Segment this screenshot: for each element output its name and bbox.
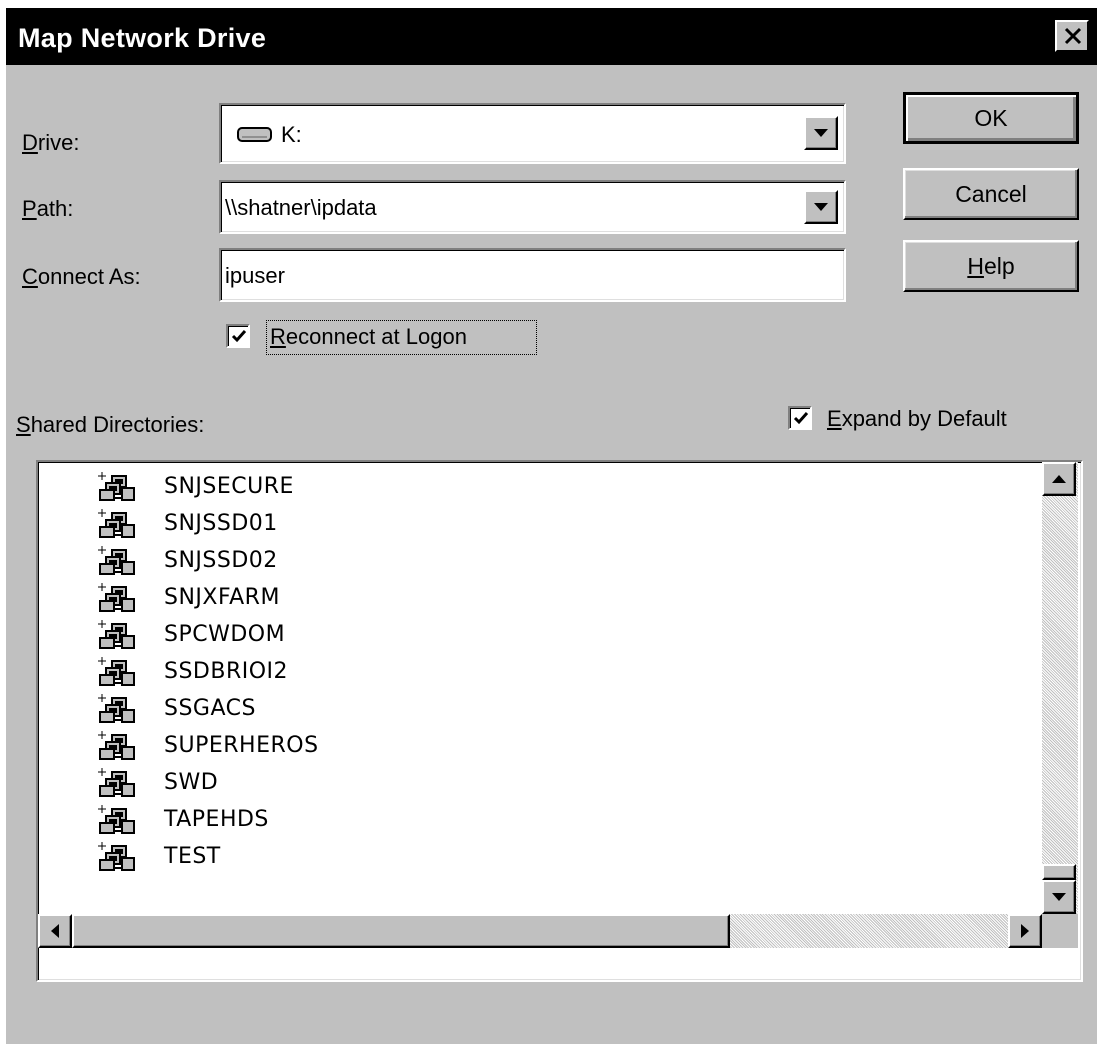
scroll-up-button[interactable] <box>1042 462 1076 496</box>
expand-by-default-checkbox[interactable] <box>788 406 812 430</box>
cancel-button[interactable]: Cancel <box>903 168 1079 220</box>
network-domain-icon <box>98 694 142 731</box>
ok-button[interactable]: OK <box>903 92 1079 144</box>
drive-label: Drive: <box>22 130 80 155</box>
scroll-down-button[interactable] <box>1042 880 1076 914</box>
path-combobox[interactable]: \\shatner\ipdata <box>219 180 846 234</box>
connect-as-value: ipuser <box>225 263 285 288</box>
list-item-label: SPCWDOM <box>164 622 286 647</box>
arrow-right-icon <box>1021 924 1029 938</box>
dialog-title: Map Network Drive <box>18 23 267 53</box>
close-button[interactable] <box>1055 20 1089 52</box>
list-item-label: TEST <box>164 844 221 869</box>
scrollbar-corner <box>1042 914 1078 948</box>
connect-as-label: Connect As: <box>22 264 141 289</box>
list-item-label: SSDBRIOI2 <box>164 659 289 684</box>
list-item-label: SUPERHEROS <box>164 733 319 758</box>
scroll-right-button[interactable] <box>1008 914 1042 948</box>
checkmark-icon <box>231 330 247 343</box>
reconnect-label[interactable]: Reconnect at Logon <box>270 324 467 350</box>
network-domain-icon <box>98 583 142 620</box>
arrow-up-icon <box>1052 475 1066 483</box>
map-network-drive-dialog: Map Network Drive Drive: K: Path: \\shat… <box>6 8 1097 1044</box>
network-domain-icon <box>98 546 142 583</box>
reconnect-checkbox[interactable] <box>226 324 250 348</box>
arrow-left-icon <box>51 924 59 938</box>
close-icon <box>1064 27 1082 45</box>
path-dropdown-button[interactable] <box>804 190 838 224</box>
title-bar[interactable]: Map Network Drive <box>6 8 1097 65</box>
list-item-label: TAPEHDS <box>164 807 269 832</box>
network-domain-icon <box>98 805 142 842</box>
list-item-label: SNJSECURE <box>164 474 294 499</box>
network-domain-icon <box>98 731 142 768</box>
path-value: \\shatner\ipdata <box>225 195 377 220</box>
drive-icon <box>237 127 272 142</box>
path-label: Path: <box>22 196 74 221</box>
checkmark-icon <box>793 412 809 425</box>
horizontal-scroll-thumb[interactable] <box>72 914 730 948</box>
list-item-label: SSGACS <box>164 696 256 721</box>
arrow-down-icon <box>1052 893 1066 901</box>
network-domain-icon <box>98 472 142 509</box>
list-item-label: SNJSSD01 <box>164 511 278 536</box>
scroll-left-button[interactable] <box>38 914 72 948</box>
connect-as-input[interactable]: ipuser <box>219 248 846 302</box>
shared-directories-list[interactable]: SNJSECURE SNJSSD01 SNJSSD02 SNJXFARM SPCWDOM… <box>36 460 1083 982</box>
network-domain-icon <box>98 768 142 805</box>
vertical-scroll-thumb[interactable] <box>1042 864 1076 880</box>
list-item-label: SNJXFARM <box>164 585 280 610</box>
list-item-label: SWD <box>164 770 219 795</box>
network-domain-icon <box>98 657 142 694</box>
shared-directories-label: Shared Directories: <box>16 412 205 437</box>
network-domain-icon <box>98 509 142 546</box>
expand-by-default-label[interactable]: Expand by Default <box>827 406 1007 432</box>
drive-dropdown-button[interactable] <box>804 116 838 150</box>
chevron-down-icon <box>814 203 828 211</box>
network-domain-icon <box>98 842 142 879</box>
drive-value: K: <box>281 122 302 147</box>
list-item-label: SNJSSD02 <box>164 548 278 573</box>
drive-combobox[interactable]: K: <box>219 103 846 164</box>
network-domain-icon <box>98 620 142 657</box>
chevron-down-icon <box>814 129 828 137</box>
help-button[interactable]: Help <box>903 240 1079 292</box>
